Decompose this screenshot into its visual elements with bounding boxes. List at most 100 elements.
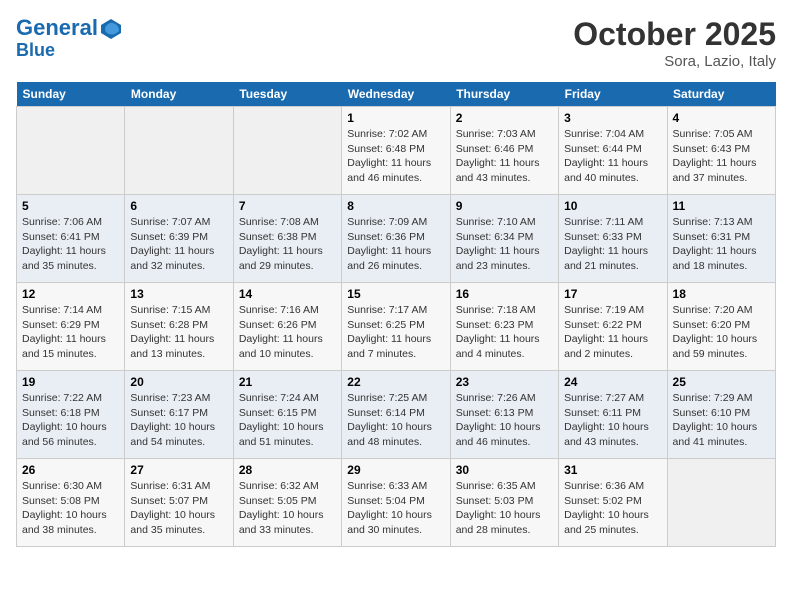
- day-info: Sunrise: 7:18 AM Sunset: 6:23 PM Dayligh…: [456, 303, 553, 362]
- calendar-cell: 13 Sunrise: 7:15 AM Sunset: 6:28 PM Dayli…: [125, 283, 233, 371]
- week-row-2: 5 Sunrise: 7:06 AM Sunset: 6:41 PM Daylig…: [17, 195, 776, 283]
- day-number: 16: [456, 287, 553, 301]
- calendar-cell: [125, 107, 233, 195]
- day-info: Sunrise: 7:08 AM Sunset: 6:38 PM Dayligh…: [239, 215, 336, 274]
- weekday-header-sunday: Sunday: [17, 82, 125, 107]
- day-info: Sunrise: 7:20 AM Sunset: 6:20 PM Dayligh…: [673, 303, 770, 362]
- day-number: 18: [673, 287, 770, 301]
- day-info: Sunrise: 7:14 AM Sunset: 6:29 PM Dayligh…: [22, 303, 119, 362]
- day-number: 2: [456, 111, 553, 125]
- day-number: 3: [564, 111, 661, 125]
- weekday-header-wednesday: Wednesday: [342, 82, 450, 107]
- day-number: 26: [22, 463, 119, 477]
- day-info: Sunrise: 7:13 AM Sunset: 6:31 PM Dayligh…: [673, 215, 770, 274]
- calendar-cell: 15 Sunrise: 7:17 AM Sunset: 6:25 PM Dayli…: [342, 283, 450, 371]
- calendar-cell: 12 Sunrise: 7:14 AM Sunset: 6:29 PM Dayli…: [17, 283, 125, 371]
- day-info: Sunrise: 7:03 AM Sunset: 6:46 PM Dayligh…: [456, 127, 553, 186]
- week-row-1: 1Sunrise: 7:02 AM Sunset: 6:48 PM Daylig…: [17, 107, 776, 195]
- week-row-5: 26 Sunrise: 6:30 AM Sunset: 5:08 PM Dayli…: [17, 459, 776, 547]
- day-number: 8: [347, 199, 444, 213]
- weekday-header-row: SundayMondayTuesdayWednesdayThursdayFrid…: [17, 82, 776, 107]
- location-subtitle: Sora, Lazio, Italy: [573, 53, 776, 70]
- day-info: Sunrise: 7:27 AM Sunset: 6:11 PM Dayligh…: [564, 391, 661, 450]
- day-number: 24: [564, 375, 661, 389]
- calendar-cell: 30Sunrise: 6:35 AM Sunset: 5:03 PM Dayli…: [450, 459, 558, 547]
- day-info: Sunrise: 7:19 AM Sunset: 6:22 PM Dayligh…: [564, 303, 661, 362]
- page-header: General Blue October 2025 Sora, Lazio, I…: [16, 16, 776, 70]
- day-number: 27: [130, 463, 227, 477]
- logo-text: General: [16, 16, 124, 41]
- day-info: Sunrise: 7:25 AM Sunset: 6:14 PM Dayligh…: [347, 391, 444, 450]
- calendar-cell: 22 Sunrise: 7:25 AM Sunset: 6:14 PM Dayli…: [342, 371, 450, 459]
- calendar-cell: 20 Sunrise: 7:23 AM Sunset: 6:17 PM Dayli…: [125, 371, 233, 459]
- calendar-cell: [17, 107, 125, 195]
- calendar-cell: 1Sunrise: 7:02 AM Sunset: 6:48 PM Daylig…: [342, 107, 450, 195]
- calendar-cell: 6Sunrise: 7:07 AM Sunset: 6:39 PM Daylig…: [125, 195, 233, 283]
- calendar-table: SundayMondayTuesdayWednesdayThursdayFrid…: [16, 82, 776, 547]
- day-info: Sunrise: 7:11 AM Sunset: 6:33 PM Dayligh…: [564, 215, 661, 274]
- day-number: 5: [22, 199, 119, 213]
- calendar-cell: 19 Sunrise: 7:22 AM Sunset: 6:18 PM Dayli…: [17, 371, 125, 459]
- day-number: 10: [564, 199, 661, 213]
- day-info: Sunrise: 7:09 AM Sunset: 6:36 PM Dayligh…: [347, 215, 444, 274]
- day-number: 22: [347, 375, 444, 389]
- day-info: Sunrise: 6:30 AM Sunset: 5:08 PM Dayligh…: [22, 479, 119, 538]
- weekday-header-thursday: Thursday: [450, 82, 558, 107]
- day-number: 6: [130, 199, 227, 213]
- day-info: Sunrise: 7:26 AM Sunset: 6:13 PM Dayligh…: [456, 391, 553, 450]
- day-number: 23: [456, 375, 553, 389]
- day-info: Sunrise: 7:05 AM Sunset: 6:43 PM Dayligh…: [673, 127, 770, 186]
- calendar-cell: 3Sunrise: 7:04 AM Sunset: 6:44 PM Daylig…: [559, 107, 667, 195]
- logo-text-blue: Blue: [16, 41, 124, 61]
- day-info: Sunrise: 7:22 AM Sunset: 6:18 PM Dayligh…: [22, 391, 119, 450]
- day-info: Sunrise: 7:17 AM Sunset: 6:25 PM Dayligh…: [347, 303, 444, 362]
- weekday-header-tuesday: Tuesday: [233, 82, 341, 107]
- calendar-cell: 26 Sunrise: 6:30 AM Sunset: 5:08 PM Dayli…: [17, 459, 125, 547]
- day-info: Sunrise: 6:35 AM Sunset: 5:03 PM Dayligh…: [456, 479, 553, 538]
- day-number: 15: [347, 287, 444, 301]
- day-number: 13: [130, 287, 227, 301]
- day-info: Sunrise: 7:24 AM Sunset: 6:15 PM Dayligh…: [239, 391, 336, 450]
- day-info: Sunrise: 6:31 AM Sunset: 5:07 PM Dayligh…: [130, 479, 227, 538]
- calendar-cell: 18 Sunrise: 7:20 AM Sunset: 6:20 PM Dayli…: [667, 283, 775, 371]
- calendar-cell: 21 Sunrise: 7:24 AM Sunset: 6:15 PM Dayli…: [233, 371, 341, 459]
- calendar-cell: 7 Sunrise: 7:08 AM Sunset: 6:38 PM Daylig…: [233, 195, 341, 283]
- day-number: 17: [564, 287, 661, 301]
- day-info: Sunrise: 6:36 AM Sunset: 5:02 PM Dayligh…: [564, 479, 661, 538]
- calendar-cell: 29Sunrise: 6:33 AM Sunset: 5:04 PM Dayli…: [342, 459, 450, 547]
- day-number: 25: [673, 375, 770, 389]
- calendar-cell: 31 Sunrise: 6:36 AM Sunset: 5:02 PM Dayli…: [559, 459, 667, 547]
- calendar-cell: 17 Sunrise: 7:19 AM Sunset: 6:22 PM Dayli…: [559, 283, 667, 371]
- weekday-header-monday: Monday: [125, 82, 233, 107]
- day-info: Sunrise: 7:02 AM Sunset: 6:48 PM Dayligh…: [347, 127, 444, 186]
- day-number: 28: [239, 463, 336, 477]
- day-info: Sunrise: 7:06 AM Sunset: 6:41 PM Dayligh…: [22, 215, 119, 274]
- day-info: Sunrise: 7:23 AM Sunset: 6:17 PM Dayligh…: [130, 391, 227, 450]
- day-number: 20: [130, 375, 227, 389]
- calendar-cell: 14Sunrise: 7:16 AM Sunset: 6:26 PM Dayli…: [233, 283, 341, 371]
- day-number: 12: [22, 287, 119, 301]
- calendar-cell: 16 Sunrise: 7:18 AM Sunset: 6:23 PM Dayli…: [450, 283, 558, 371]
- week-row-4: 19 Sunrise: 7:22 AM Sunset: 6:18 PM Dayli…: [17, 371, 776, 459]
- calendar-cell: 24 Sunrise: 7:27 AM Sunset: 6:11 PM Dayli…: [559, 371, 667, 459]
- calendar-cell: 8 Sunrise: 7:09 AM Sunset: 6:36 PM Daylig…: [342, 195, 450, 283]
- day-info: Sunrise: 6:32 AM Sunset: 5:05 PM Dayligh…: [239, 479, 336, 538]
- calendar-cell: 10 Sunrise: 7:11 AM Sunset: 6:33 PM Dayli…: [559, 195, 667, 283]
- weekday-header-friday: Friday: [559, 82, 667, 107]
- calendar-cell: 28 Sunrise: 6:32 AM Sunset: 5:05 PM Dayli…: [233, 459, 341, 547]
- title-area: October 2025 Sora, Lazio, Italy: [573, 16, 776, 70]
- day-number: 14: [239, 287, 336, 301]
- calendar-cell: 5 Sunrise: 7:06 AM Sunset: 6:41 PM Daylig…: [17, 195, 125, 283]
- month-title: October 2025: [573, 16, 776, 53]
- day-number: 19: [22, 375, 119, 389]
- calendar-cell: 11Sunrise: 7:13 AM Sunset: 6:31 PM Dayli…: [667, 195, 775, 283]
- day-info: Sunrise: 7:15 AM Sunset: 6:28 PM Dayligh…: [130, 303, 227, 362]
- calendar-cell: 23 Sunrise: 7:26 AM Sunset: 6:13 PM Dayli…: [450, 371, 558, 459]
- calendar-cell: 4Sunrise: 7:05 AM Sunset: 6:43 PM Daylig…: [667, 107, 775, 195]
- weekday-header-saturday: Saturday: [667, 82, 775, 107]
- day-number: 31: [564, 463, 661, 477]
- day-number: 7: [239, 199, 336, 213]
- calendar-body: 1Sunrise: 7:02 AM Sunset: 6:48 PM Daylig…: [17, 107, 776, 547]
- calendar-cell: 25Sunrise: 7:29 AM Sunset: 6:10 PM Dayli…: [667, 371, 775, 459]
- day-number: 21: [239, 375, 336, 389]
